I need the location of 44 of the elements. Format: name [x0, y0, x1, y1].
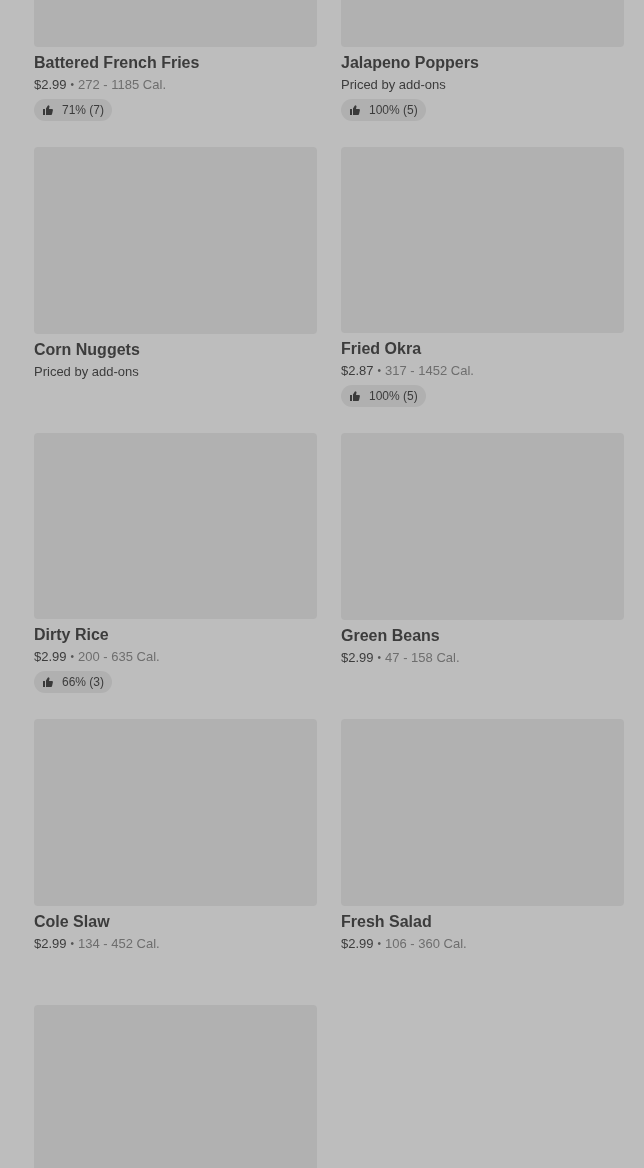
- price: $2.99: [34, 648, 67, 666]
- thumbs-up-icon: [42, 676, 54, 688]
- separator-dot: •: [70, 937, 75, 951]
- item-name: Dirty Rice: [34, 625, 110, 645]
- price: $2.99: [341, 649, 374, 667]
- calories: 134 - 452 Cal.: [78, 935, 160, 953]
- thumbs-up-icon: [349, 104, 361, 116]
- menu-item-card[interactable]: Fresh Salad $2.99 • 106 - 360 Cal.: [341, 719, 624, 981]
- price: $2.87: [341, 362, 374, 380]
- price-note: Priced by add-ons: [34, 363, 140, 381]
- rating-text: 71% (7): [62, 102, 105, 119]
- item-name: Green Beans: [341, 626, 441, 646]
- thumbs-up-icon: [42, 104, 54, 116]
- calories: 272 - 1185 Cal.: [78, 76, 166, 94]
- thumbs-up-icon: [349, 390, 361, 402]
- menu-item-card[interactable]: Corn Nuggets Priced by add-ons: [34, 147, 317, 409]
- rating-text: 100% (5): [369, 388, 418, 405]
- rating-text: 66% (3): [62, 674, 105, 691]
- rating-text: 100% (5): [369, 102, 418, 119]
- price: $2.99: [34, 935, 67, 953]
- item-name: Fresh Salad: [341, 912, 433, 932]
- separator-dot: •: [70, 650, 75, 664]
- calories: 317 - 1452 Cal.: [385, 362, 474, 380]
- price: $2.99: [34, 76, 67, 94]
- menu-item-card[interactable]: Jalapeno Poppers Priced by add-ons 100% (5): [341, 0, 624, 123]
- menu-item-card[interactable]: Battered French Fries $2.99 • 272 - 1185 Cal. 71% (7): [34, 0, 317, 123]
- menu-item-card[interactable]: Dirty Rice $2.99 • 200 - 635 Cal. 66% (3): [34, 433, 317, 695]
- item-name: Fried Okra: [341, 339, 423, 359]
- menu-item-card[interactable]: Green Beans $2.99 • 47 - 158 Cal.: [341, 433, 624, 695]
- item-name: Cole Slaw: [34, 912, 111, 932]
- separator-dot: •: [377, 651, 382, 665]
- item-name: Battered French Fries: [34, 53, 201, 73]
- calories: 47 - 158 Cal.: [385, 649, 460, 667]
- separator-dot: •: [377, 937, 382, 951]
- separator-dot: •: [377, 364, 382, 378]
- price: $2.99: [341, 935, 374, 953]
- item-name: Jalapeno Poppers: [341, 53, 480, 73]
- item-name: Corn Nuggets: [34, 340, 141, 360]
- calories: 106 - 360 Cal.: [385, 935, 467, 953]
- menu-item-card[interactable]: Cole Slaw $2.99 • 134 - 452 Cal.: [34, 719, 317, 981]
- calories: 200 - 635 Cal.: [78, 648, 160, 666]
- separator-dot: •: [70, 78, 75, 92]
- menu-item-card[interactable]: Fried Okra $2.87 • 317 - 1452 Cal. 100% (5): [341, 147, 624, 409]
- price-note: Priced by add-ons: [341, 76, 447, 94]
